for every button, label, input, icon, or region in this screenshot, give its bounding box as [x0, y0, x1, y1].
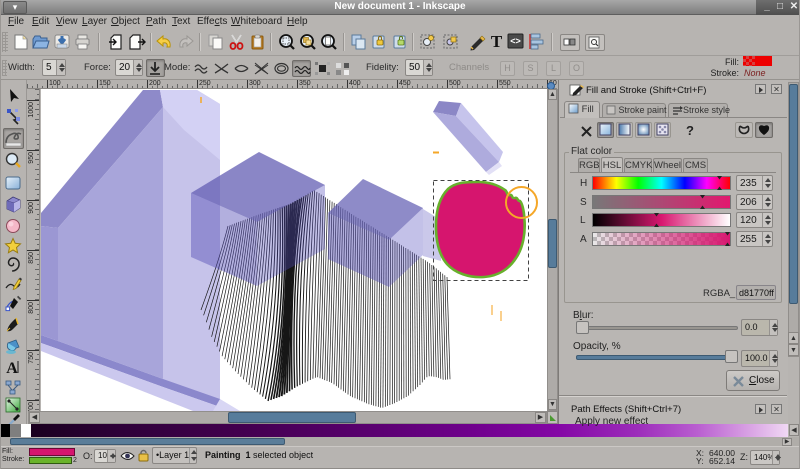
svg-text:A: A: [6, 360, 18, 377]
svg-text:<>: <>: [510, 36, 521, 46]
svg-text:T: T: [491, 32, 503, 51]
